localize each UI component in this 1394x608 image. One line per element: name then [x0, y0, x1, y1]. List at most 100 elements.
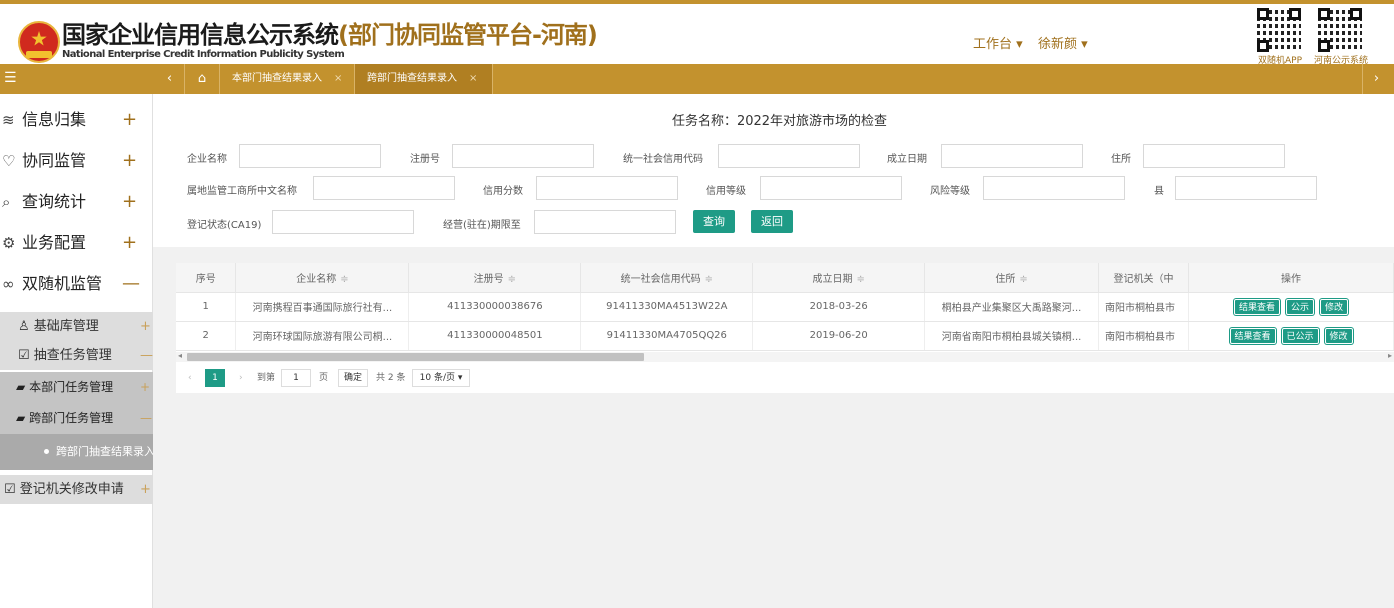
back-button[interactable]: 返回 — [751, 210, 793, 233]
workbench-menu[interactable]: 工作台 ▾ — [973, 33, 1023, 52]
sidebar-item-label: 查询统计 — [22, 192, 87, 211]
col-header-label: 操作 — [1281, 273, 1302, 285]
col-header-address[interactable]: 住所 ≑ — [924, 263, 1100, 293]
app-qr-code-icon — [1257, 8, 1301, 52]
publicize-button[interactable]: 公示 — [1286, 298, 1315, 315]
publicized-button[interactable]: 已公示 — [1281, 327, 1319, 344]
checklist-icon: ☑ — [18, 348, 30, 363]
sidebar-item-collab-supervision[interactable]: ♡ 协同监管 + — [0, 143, 153, 179]
expand-icon[interactable]: + — [122, 225, 137, 261]
company-name-label: 企业名称 — [187, 154, 227, 165]
sidebar-item-cross-dept-tasks[interactable]: ▰ 跨部门任务管理 — — [0, 403, 153, 434]
credit-code-label: 统一社会信用代码 — [623, 154, 703, 165]
county-input[interactable] — [1175, 176, 1317, 200]
sidebar-item-base-library[interactable]: ♙ 基础库管理 + — [0, 312, 153, 341]
view-result-button[interactable]: 结果查看 — [1229, 327, 1276, 344]
sidebar-item-cross-dept-result-entry[interactable]: 跨部门抽查结果录入 — [0, 434, 153, 470]
expand-icon[interactable]: + — [140, 312, 151, 341]
goto-confirm-button[interactable]: 确定 — [338, 369, 368, 387]
sidebar-item-registry-change[interactable]: ☑ 登记机关修改申请 + — [0, 475, 153, 504]
scrollbar-thumb[interactable] — [187, 353, 644, 361]
scroll-right-icon[interactable]: ▸ — [1388, 351, 1392, 360]
total-count: 共 2 条 — [376, 373, 406, 383]
collapse-icon[interactable]: — — [140, 341, 153, 370]
sort-icon[interactable]: ≑ — [705, 274, 713, 285]
cell-reg-no: 411330000048501 — [408, 321, 582, 351]
reg-no-input[interactable] — [452, 144, 594, 168]
bureau-input[interactable] — [313, 176, 455, 200]
scroll-left-icon[interactable]: ◂ — [178, 351, 182, 360]
task-title: 任务名称：2022年对旅游市场的检查 — [671, 114, 888, 129]
expand-icon[interactable]: + — [140, 372, 150, 403]
close-icon[interactable]: × — [469, 73, 477, 84]
credit-code-input[interactable] — [718, 144, 860, 168]
page-prev-icon[interactable]: ‹ — [188, 369, 192, 387]
reg-status-input[interactable] — [272, 210, 414, 234]
horizontal-scrollbar[interactable]: ◂ ▸ — [176, 351, 1394, 362]
sidebar-item-label: 本部门任务管理 — [29, 380, 114, 394]
sort-icon[interactable]: ≑ — [1019, 274, 1027, 285]
menu-toggle-icon[interactable]: ☰ — [0, 64, 153, 94]
risk-level-label: 风险等级 — [930, 186, 970, 197]
col-header-no[interactable]: 序号 — [176, 263, 237, 293]
expand-icon[interactable]: + — [122, 102, 137, 138]
sidebar-item-label: 业务配置 — [22, 233, 87, 252]
expand-icon[interactable]: + — [122, 143, 137, 179]
sidebar-item-query-stats[interactable]: ⌕ 查询统计 + — [0, 184, 153, 220]
edit-button[interactable]: 修改 — [1324, 327, 1353, 344]
sidebar-item-dept-tasks[interactable]: ▰ 本部门任务管理 + — [0, 372, 153, 403]
op-period-input[interactable] — [534, 210, 676, 234]
est-date-input[interactable] — [941, 144, 1083, 168]
sidebar-item-label: 双随机监管 — [22, 274, 103, 293]
gear-icon: ⚙ — [2, 234, 16, 252]
search-form: 任务名称：2022年对旅游市场的检查 企业名称 注册号 统一社会信用代码 成立日… — [165, 100, 1394, 246]
col-header-est-date[interactable]: 成立日期 ≑ — [752, 263, 926, 293]
collapse-icon[interactable]: — — [122, 266, 140, 302]
sidebar-item-business-config[interactable]: ⚙ 业务配置 + — [0, 225, 153, 261]
expand-icon[interactable]: + — [122, 184, 137, 220]
credit-score-input[interactable] — [536, 176, 678, 200]
tab-cross-dept-result-entry[interactable]: 跨部门抽查结果录入 × — [355, 64, 493, 94]
sort-icon[interactable]: ≑ — [340, 274, 348, 285]
collapse-icon[interactable]: — — [140, 403, 152, 434]
col-header-reg-no[interactable]: 注册号 ≑ — [408, 263, 582, 293]
page-size-select[interactable]: 10 条/页 ▾ — [412, 369, 470, 387]
sidebar-item-info-collection[interactable]: ≋ 信息归集 + — [0, 102, 153, 138]
op-period-label: 经营(驻在)期限至 — [443, 220, 521, 231]
query-button[interactable]: 查询 — [693, 210, 735, 233]
tab-label: 本部门抽查结果录入 — [232, 73, 322, 84]
infinity-icon: ∞ — [2, 275, 15, 293]
tab-next-icon[interactable]: › — [1362, 64, 1390, 94]
col-header-label: 登记机关（中 — [1113, 273, 1174, 285]
col-header-company[interactable]: 企业名称 ≑ — [235, 263, 410, 293]
page-next-icon[interactable]: › — [239, 369, 243, 387]
expand-icon[interactable]: + — [140, 475, 151, 504]
page-number-current[interactable]: 1 — [205, 369, 225, 387]
view-result-button[interactable]: 结果查看 — [1234, 298, 1281, 315]
credit-level-input[interactable] — [760, 176, 902, 200]
tab-bar: ☰ ‹ ⌂ 本部门抽查结果录入 × 跨部门抽查结果录入 × › — [0, 64, 1394, 94]
goto-page-input[interactable]: 1 — [281, 369, 311, 387]
folder-icon: ▰ — [16, 380, 26, 394]
close-icon[interactable]: × — [334, 73, 342, 84]
col-header-label: 住所 — [995, 273, 1016, 285]
tab-prev-icon[interactable]: ‹ — [155, 64, 185, 94]
address-input[interactable] — [1143, 144, 1285, 168]
cell-no: 1 — [176, 292, 237, 322]
home-icon[interactable]: ⌂ — [185, 64, 220, 94]
edit-button[interactable]: 修改 — [1320, 298, 1349, 315]
col-header-label: 成立日期 — [812, 273, 853, 285]
system-subtitle: National Enterprise Credit Information P… — [62, 49, 345, 60]
risk-level-input[interactable] — [983, 176, 1125, 200]
tab-dept-result-entry[interactable]: 本部门抽查结果录入 × — [220, 64, 355, 94]
sidebar-item-task-management[interactable]: ☑ 抽查任务管理 — — [0, 341, 153, 370]
col-header-authority[interactable]: 登记机关（中 — [1098, 263, 1190, 293]
sort-icon[interactable]: ≑ — [508, 274, 516, 285]
cell-company: 河南携程百事通国际旅行社有... — [235, 292, 410, 322]
col-header-credit-code[interactable]: 统一社会信用代码 ≑ — [580, 263, 754, 293]
reg-status-label: 登记状态(CA19) — [187, 220, 262, 231]
sidebar-item-double-random[interactable]: ∞ 双随机监管 — — [0, 266, 153, 302]
company-name-input[interactable] — [239, 144, 381, 168]
user-menu[interactable]: 徐新颜 ▾ — [1038, 33, 1088, 52]
sort-icon[interactable]: ≑ — [856, 274, 864, 285]
